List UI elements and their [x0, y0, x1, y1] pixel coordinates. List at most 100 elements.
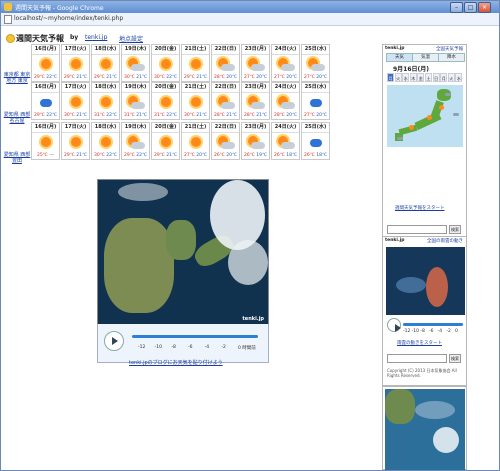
widget-tabs: 天気 気温 降水: [386, 53, 465, 62]
day-button[interactable]: 月: [387, 73, 394, 82]
timeline-tick: -4: [437, 329, 443, 334]
sunny-icon: [92, 55, 119, 74]
date-label: 24日(火): [272, 83, 299, 93]
low-temp: 21℃: [196, 75, 207, 80]
cloudy-icon: [272, 133, 299, 152]
location-settings-link[interactable]: 地点設定: [119, 34, 143, 43]
temperature-range: 26℃ 19℃: [242, 152, 269, 159]
temperature-range: 25℃ ---: [32, 152, 59, 159]
city-link[interactable]: 愛知県 西部 豊田: [3, 152, 31, 164]
forecast-cell: 23日(月) 28℃ 21℃: [241, 82, 270, 120]
high-temp: 26℃: [214, 153, 225, 158]
day-button[interactable]: 月: [440, 73, 448, 82]
low-temp: 21℃: [136, 75, 147, 80]
forecast-cell: 25日(水) 26℃ 18℃: [301, 122, 330, 160]
temperature-range: 28℃ 21℃: [242, 112, 269, 119]
timeline-slider-2[interactable]: [403, 323, 463, 326]
temperature-range: 29℃ 22℃: [32, 74, 59, 81]
forecast-cell: 24日(火) 28℃ 20℃: [271, 82, 300, 120]
tenki-jp-link[interactable]: tenki.jp: [85, 34, 107, 41]
high-temp: 27℃: [304, 75, 315, 80]
national-forecast-link[interactable]: 全国天気予報: [436, 46, 463, 52]
forecast-cell: 18日(水) 30℃ 22℃: [91, 122, 120, 160]
timeline-slider[interactable]: [132, 335, 258, 338]
day-button[interactable]: 火: [394, 73, 402, 82]
search-input[interactable]: [387, 225, 447, 234]
cloudy-icon: [242, 55, 269, 74]
high-temp: 29℃: [124, 153, 135, 158]
rain-cloud-link[interactable]: 全国の雨雲の動き: [427, 238, 463, 244]
widget-brand: tenki.jp: [385, 46, 405, 51]
timeline-tick: -10: [411, 329, 420, 334]
date-label: 22日(日): [212, 45, 239, 55]
day-button[interactable]: 水: [455, 73, 463, 82]
low-temp: 20℃: [226, 75, 237, 80]
low-temp: 18℃: [316, 153, 327, 158]
date-label: 21日(土): [182, 83, 209, 93]
sunny-icon: [182, 55, 209, 74]
low-temp: 22℃: [166, 75, 177, 80]
date-label: 24日(火): [272, 123, 299, 133]
date-label: 25日(水): [302, 83, 329, 93]
temperature-range: 27℃ 20℃: [302, 112, 329, 119]
high-temp: 29℃: [94, 75, 105, 80]
play-button-2[interactable]: [387, 318, 401, 332]
day-button[interactable]: 水: [402, 73, 410, 82]
low-temp: 20℃: [226, 153, 237, 158]
forecast-cell: 25日(水) 27℃ 20℃: [301, 44, 330, 82]
high-temp: 29℃: [64, 75, 75, 80]
high-temp: 26℃: [244, 153, 255, 158]
city-link[interactable]: 愛知県 西部 名古屋: [3, 112, 31, 124]
date-label: 22日(日): [212, 83, 239, 93]
close-button[interactable]: ×: [478, 2, 491, 13]
date-label: 18日(水): [92, 83, 119, 93]
satellite-thumbnail: [382, 386, 467, 470]
low-temp: 22℃: [106, 153, 117, 158]
low-temp: 22℃: [106, 113, 117, 118]
day-button[interactable]: 土: [425, 73, 432, 82]
timeline-tick: -2: [446, 329, 451, 334]
play-button[interactable]: [104, 331, 124, 351]
search-button-2[interactable]: 検索: [449, 354, 461, 363]
date-label: 20日(金): [152, 45, 179, 55]
tab-temperature[interactable]: 気温: [412, 53, 439, 62]
city-link[interactable]: 東京都 東京地方 東京: [3, 72, 31, 84]
low-temp: 21℃: [256, 113, 267, 118]
day-button[interactable]: 木: [409, 73, 417, 82]
temperature-range: 29℃ 22℃: [122, 152, 149, 159]
low-temp: 22℃: [166, 113, 177, 118]
search-input-2[interactable]: [387, 354, 447, 363]
tab-precipitation[interactable]: 降水: [438, 53, 465, 62]
cloudy-icon: [242, 133, 269, 152]
low-temp: 21℃: [136, 113, 147, 118]
forecast-cell: 21日(土) 29℃ 21℃: [181, 44, 210, 82]
temperature-range: 31℃ 22℃: [152, 112, 179, 119]
day-button[interactable]: 日: [432, 73, 440, 82]
address-bar[interactable]: localhost/~myhome/index/tenki.php: [1, 13, 499, 26]
satellite-logo: tenki.jp: [242, 316, 264, 322]
weekly-forecast-link[interactable]: 週間天気予報をスタート: [395, 205, 445, 211]
blog-link[interactable]: tenki.jpのブログにお天気を貼り付けよう: [129, 359, 223, 366]
day-button[interactable]: 火: [447, 73, 455, 82]
satellite-player: -12 -10 -8 -6 -4 -2 0 時間前: [97, 324, 269, 363]
temperature-range: 30℃ 21℃: [62, 112, 89, 119]
forecast-cell: 17日(火) 30℃ 21℃: [61, 82, 90, 120]
search-button[interactable]: 検索: [449, 225, 461, 234]
map-date: 9月16日(月): [393, 66, 430, 73]
temperature-range: 30℃ 22℃: [92, 152, 119, 159]
cloudy-icon: [302, 55, 329, 74]
typhoon-map: [386, 247, 465, 315]
minimize-button[interactable]: –: [450, 2, 463, 13]
maximize-button[interactable]: □: [464, 2, 477, 13]
cloudy-icon: [242, 93, 269, 112]
timeline-tick: -10: [154, 345, 163, 350]
date-label: 23日(月): [242, 45, 269, 55]
rain-cloud-start-link[interactable]: 雨雲の動きをスタート: [397, 340, 442, 346]
temperature-range: 29℃ 21℃: [62, 152, 89, 159]
tab-weather[interactable]: 天気: [386, 53, 413, 62]
day-button[interactable]: 金: [417, 73, 425, 82]
high-temp: 30℃: [64, 113, 75, 118]
url-text[interactable]: localhost/~myhome/index/tenki.php: [14, 15, 123, 22]
low-temp: 21℃: [76, 153, 87, 158]
sunny-icon: [182, 133, 209, 152]
